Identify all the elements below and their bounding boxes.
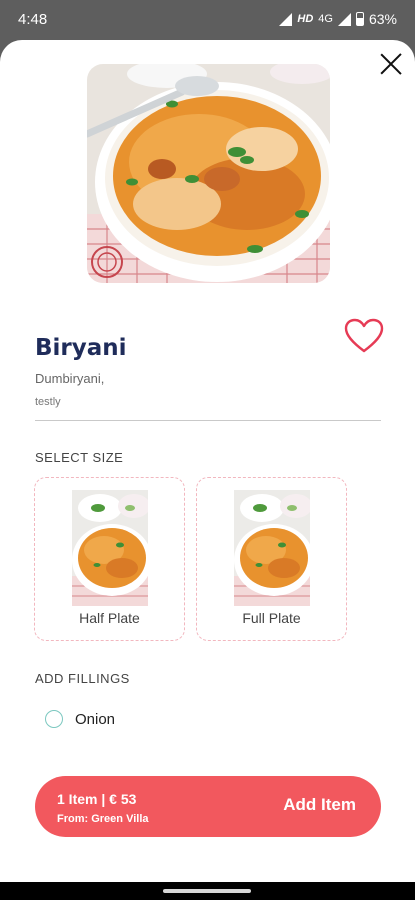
status-icons: HD 4G 63%: [279, 11, 397, 27]
add-fillings-heading: ADD FILLINGS: [35, 671, 130, 686]
restaurant-tag: Dumbiryani,: [35, 371, 105, 386]
system-nav-bar: [0, 882, 415, 900]
battery-level: 63%: [368, 11, 397, 27]
hd-indicator: HD: [297, 13, 314, 25]
select-size-heading: SELECT SIZE: [35, 450, 124, 465]
item-description: testly: [35, 396, 61, 408]
status-bar: 4:48 HD 4G 63%: [0, 0, 415, 40]
size-label: Full Plate: [242, 610, 301, 626]
signal-icon: [279, 12, 293, 26]
network-type: 4G: [318, 13, 333, 25]
signal-strength-icon: [337, 12, 351, 26]
cart-summary: 1 Item | € 53: [57, 791, 137, 807]
size-label: Half Plate: [79, 610, 140, 626]
size-thumbnail: [234, 490, 310, 606]
filling-onion-label[interactable]: Onion: [75, 711, 115, 728]
filling-onion-radio[interactable]: [45, 710, 63, 728]
item-detail-sheet: Biryani Dumbiryani, testly SELECT SIZE H…: [0, 40, 415, 882]
cart-restaurant: From: Green Villa: [57, 813, 149, 825]
add-item-button[interactable]: 1 Item | € 53 From: Green Villa Add Item: [35, 776, 381, 837]
size-option-half-plate[interactable]: Half Plate: [34, 477, 185, 641]
dish-image: [87, 64, 330, 283]
home-gesture-handle[interactable]: [163, 889, 251, 893]
add-item-label: Add Item: [283, 795, 356, 814]
size-thumbnail: [72, 490, 148, 606]
item-name: Biryani: [35, 335, 127, 361]
close-icon[interactable]: [379, 52, 403, 76]
heart-outline-icon[interactable]: [344, 318, 384, 354]
battery-icon: [355, 12, 364, 26]
divider: [35, 420, 381, 421]
status-time: 4:48: [18, 11, 48, 28]
size-option-full-plate[interactable]: Full Plate: [196, 477, 347, 641]
